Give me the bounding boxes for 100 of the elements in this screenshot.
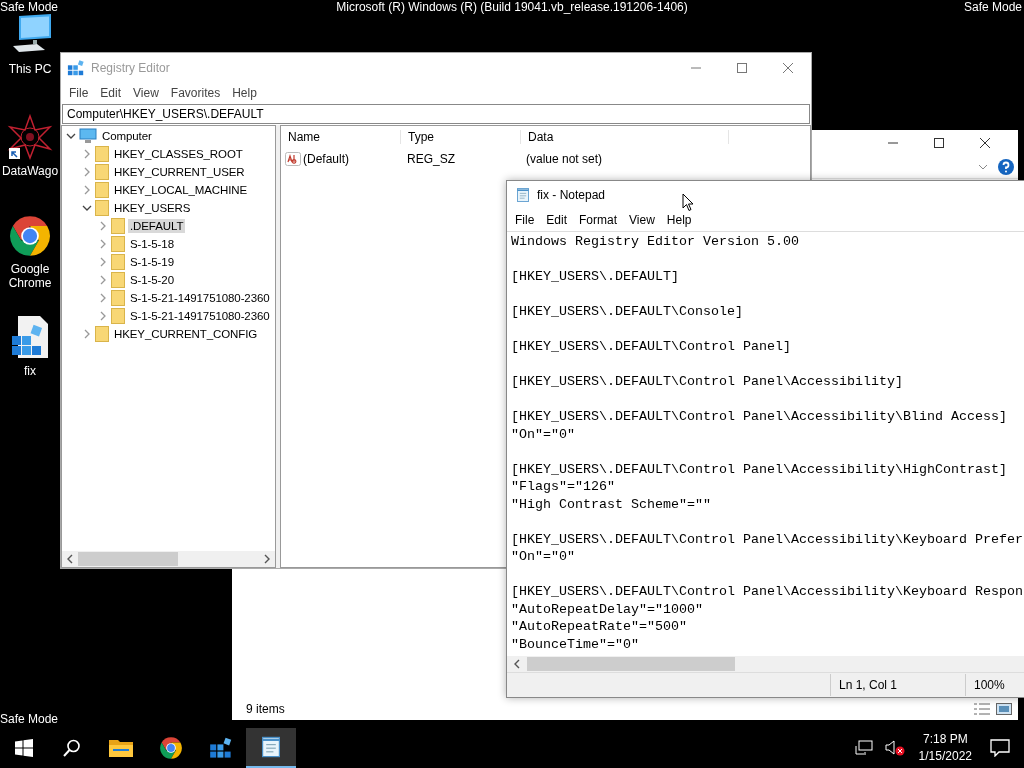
- menu-item[interactable]: Format: [573, 213, 624, 227]
- tree-item[interactable]: Computer: [100, 129, 154, 143]
- collapsed-chevron-icon[interactable]: [82, 167, 92, 177]
- column-header[interactable]: Data: [521, 130, 729, 144]
- speech-bubble-icon[interactable]: [990, 739, 1010, 757]
- scroll-left-icon[interactable]: [66, 554, 74, 564]
- text-line: [HKEY_USERS\.DEFAULT]: [511, 268, 679, 286]
- text-line: "On"="0": [511, 425, 575, 443]
- mouse-pointer-icon: [682, 193, 694, 212]
- folder-icon: [95, 146, 109, 162]
- folder-icon: [95, 182, 109, 198]
- circle-logo-icon: [8, 214, 52, 258]
- taskbar-app-button[interactable]: [246, 728, 296, 768]
- table-cell-text: REG_SZ: [406, 152, 456, 166]
- tree-item[interactable]: S-1-5-21-1491751080-2360: [128, 309, 272, 323]
- menu-item[interactable]: Edit: [94, 86, 128, 100]
- monitor-icon: [79, 128, 97, 144]
- menu-item[interactable]: File: [63, 86, 95, 100]
- notepad-icon: [515, 187, 531, 203]
- collapsed-chevron-icon[interactable]: [98, 239, 108, 249]
- circle-logo-icon: [159, 736, 183, 760]
- desktop-icon-label[interactable]: fix: [24, 364, 36, 378]
- horizontal-scrollbar[interactable]: [507, 656, 1024, 672]
- folder-icon: [95, 200, 109, 216]
- star-web-icon: [7, 114, 53, 160]
- clock-time[interactable]: 7:18 PM: [922, 731, 968, 748]
- table-cell-text: (value not set): [525, 152, 604, 166]
- windows-logo-icon[interactable]: [15, 739, 33, 757]
- menu-item[interactable]: File: [509, 213, 541, 227]
- menu-item[interactable]: View: [127, 86, 165, 100]
- folder-icon: [111, 272, 125, 288]
- tree-item[interactable]: HKEY_CLASSES_ROOT: [112, 147, 245, 161]
- text-line: Windows Registry Editor Version 5.00: [511, 233, 799, 251]
- text-line: "BounceTime"="0": [511, 635, 639, 653]
- text-line: [HKEY_USERS\.DEFAULT\Control Panel\Accessibility\HighContrast]: [511, 460, 1007, 478]
- chevron-icon[interactable]: [978, 164, 988, 170]
- desktop-icon-label[interactable]: Google Chrome: [0, 262, 60, 290]
- address-field[interactable]: Computer\HKEY_USERS\.DEFAULT: [62, 104, 810, 124]
- help-icon[interactable]: [998, 159, 1014, 175]
- horizontal-scrollbar[interactable]: [62, 551, 275, 567]
- search-icon[interactable]: [63, 739, 81, 757]
- menu-item[interactable]: Favorites: [164, 86, 227, 100]
- folder-icon: [111, 290, 125, 306]
- tree-item[interactable]: HKEY_CURRENT_CONFIG: [112, 327, 260, 341]
- text-line: [HKEY_USERS\.DEFAULT\Control Panel\Accessibility]: [511, 373, 903, 391]
- maximize-icon[interactable]: [934, 138, 944, 148]
- tree-item[interactable]: HKEY_CURRENT_USER: [112, 165, 247, 179]
- text-line: "AutoRepeatDelay"="1000": [511, 600, 703, 618]
- safe-mode-label: Safe Mode: [0, 0, 59, 14]
- close-icon[interactable]: [980, 138, 990, 148]
- desktop-icon-label[interactable]: DataWago: [1, 164, 59, 178]
- tree-item[interactable]: S-1-5-19: [128, 255, 176, 269]
- collapsed-chevron-icon[interactable]: [98, 275, 108, 285]
- expanded-chevron-icon[interactable]: [66, 131, 76, 141]
- expanded-chevron-icon[interactable]: [82, 203, 92, 213]
- muted-speaker-icon[interactable]: [884, 740, 905, 756]
- tree-item[interactable]: HKEY_LOCAL_MACHINE: [112, 183, 250, 197]
- string-value-icon: [285, 152, 301, 166]
- text-line: [HKEY_USERS\.DEFAULT\Control Panel]: [511, 338, 791, 356]
- menu-item[interactable]: Edit: [540, 213, 574, 227]
- text-line: "High Contrast Scheme"="": [511, 495, 711, 513]
- network-icon[interactable]: [854, 740, 873, 756]
- tree-item[interactable]: S-1-5-21-1491751080-2360: [128, 291, 272, 305]
- safe-mode-label: Safe Mode: [963, 0, 1022, 14]
- scroll-right-icon[interactable]: [263, 554, 271, 564]
- text-line: "AutoRepeatRate"="500": [511, 618, 687, 636]
- collapsed-chevron-icon[interactable]: [98, 221, 108, 231]
- safe-mode-label: Safe Mode: [0, 712, 59, 726]
- scroll-left-icon[interactable]: [513, 659, 521, 669]
- status-text: 9 items: [246, 702, 285, 716]
- tree-item[interactable]: .DEFAULT: [128, 219, 186, 233]
- clock-date[interactable]: 1/15/2022: [918, 748, 972, 765]
- tree-item[interactable]: HKEY_USERS: [112, 201, 193, 215]
- folder-icon: [109, 738, 133, 758]
- column-header[interactable]: Name: [281, 130, 401, 144]
- menu-item[interactable]: Help: [660, 213, 698, 227]
- build-text: Microsoft (R) Windows (R) (Build 19041.vb_release.191206-1406): [336, 0, 688, 14]
- text-line: "On"="0": [511, 548, 575, 566]
- folder-icon: [95, 326, 109, 342]
- collapsed-chevron-icon[interactable]: [98, 293, 108, 303]
- folder-icon: [111, 308, 125, 324]
- cursor-position: Ln 1, Col 1: [830, 674, 965, 696]
- collapsed-chevron-icon[interactable]: [82, 149, 92, 159]
- tree-item[interactable]: S-1-5-18: [128, 237, 176, 251]
- collapsed-chevron-icon[interactable]: [98, 257, 108, 267]
- text-line: [HKEY_USERS\.DEFAULT\Control Panel\Accessibility\Keyboard Prefer: [511, 530, 1023, 548]
- collapsed-chevron-icon[interactable]: [82, 329, 92, 339]
- zoom-level: 100%: [965, 674, 1024, 696]
- menu-item[interactable]: View: [623, 213, 661, 227]
- text-line: "Flags"="126": [511, 478, 615, 496]
- collapsed-chevron-icon[interactable]: [82, 185, 92, 195]
- collapsed-chevron-icon[interactable]: [98, 311, 108, 321]
- menu-item[interactable]: Help: [226, 86, 263, 100]
- text-line: [HKEY_USERS\.DEFAULT\Control Panel\Accessibility\Keyboard Respon: [511, 583, 1023, 601]
- tree-item[interactable]: S-1-5-20: [128, 273, 176, 287]
- column-header[interactable]: Type: [401, 130, 521, 144]
- large-icons-view-icon[interactable]: [996, 703, 1012, 715]
- desktop-icon-label[interactable]: This PC: [8, 62, 52, 76]
- text-line: [HKEY_USERS\.DEFAULT\Console]: [511, 303, 743, 321]
- cubes-icon: [67, 59, 85, 77]
